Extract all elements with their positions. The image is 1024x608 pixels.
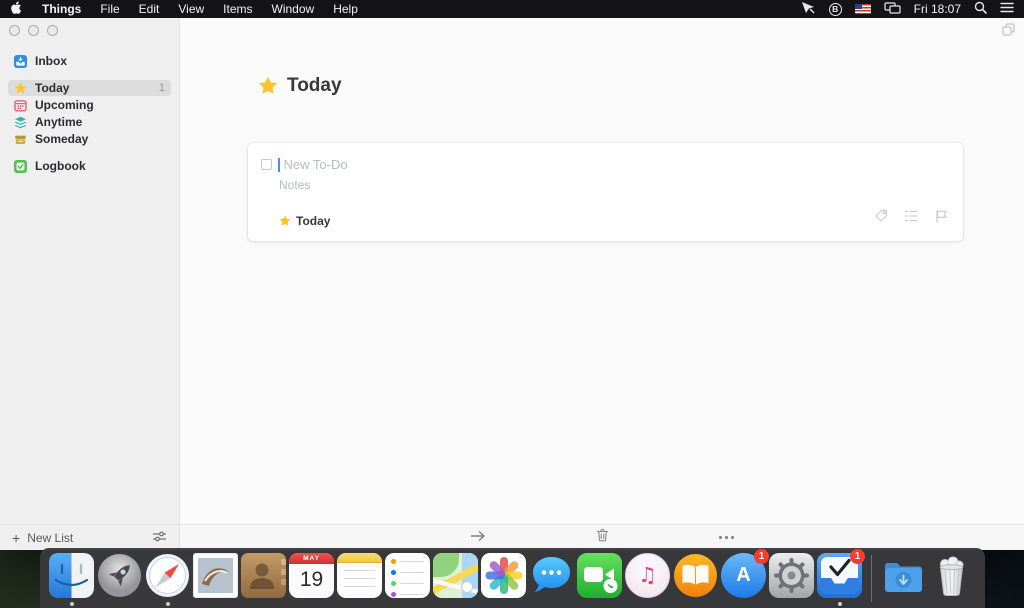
logbook-icon <box>14 160 27 173</box>
sidebar-nav: Inbox Today 1 Upcoming Anyti <box>0 40 179 175</box>
dock: MAY 19 ♫ A 1 1 <box>40 548 985 608</box>
new-list-button[interactable]: New List <box>27 531 73 545</box>
calendar-month: MAY <box>289 553 334 564</box>
things-badge: 1 <box>850 549 865 564</box>
running-indicator <box>70 602 74 606</box>
sidebar-item-label: Inbox <box>35 54 67 68</box>
filter-sliders-icon[interactable] <box>152 530 167 546</box>
pointer-status-icon[interactable] <box>801 1 816 17</box>
sidebar-item-label: Logbook <box>35 159 86 173</box>
flag-icon[interactable] <box>934 209 948 228</box>
menu-edit[interactable]: Edit <box>139 2 160 16</box>
inbox-icon <box>14 55 27 68</box>
sidebar-item-upcoming[interactable]: Upcoming <box>8 97 171 113</box>
tag-icon[interactable] <box>874 209 888 228</box>
menu-bar: Things File Edit View Items Window Help … <box>0 0 1024 18</box>
close-button[interactable] <box>9 25 20 36</box>
dock-facetime[interactable] <box>577 553 622 598</box>
new-todo-card: New To-Do Notes Today <box>248 143 963 241</box>
dock-maps[interactable] <box>433 553 478 598</box>
sidebar-item-inbox[interactable]: Inbox <box>8 53 171 69</box>
dock-finder[interactable] <box>49 553 94 598</box>
sidebar-item-label: Upcoming <box>35 98 94 112</box>
running-indicator <box>838 602 842 606</box>
menu-window[interactable]: Window <box>272 2 315 16</box>
menu-view[interactable]: View <box>178 2 204 16</box>
move-arrow-button[interactable] <box>470 529 486 547</box>
today-star-icon <box>258 76 278 96</box>
dock-trash-full[interactable] <box>929 553 974 598</box>
box-icon <box>14 133 27 146</box>
music-note-glyph: ♫ <box>638 565 657 586</box>
us-flag-input-icon[interactable] <box>855 4 871 14</box>
today-count-badge: 1 <box>159 82 165 94</box>
dock-reminders[interactable] <box>385 553 430 598</box>
sidebar-bottom-bar: + New List <box>0 524 179 550</box>
dock-launchpad[interactable] <box>97 553 142 598</box>
app-menu-things[interactable]: Things <box>42 2 81 16</box>
apple-menu-icon[interactable] <box>10 1 23 18</box>
menu-clock[interactable]: Fri 18:07 <box>914 2 961 16</box>
sidebar-item-someday[interactable]: Someday <box>8 131 171 147</box>
spotlight-search-icon[interactable] <box>974 1 987 17</box>
star-icon <box>14 82 27 95</box>
calendar-day: 19 <box>289 564 334 598</box>
dock-calendar[interactable]: MAY 19 <box>289 553 334 598</box>
new-window-icon[interactable] <box>1002 23 1015 41</box>
dock-notes[interactable] <box>337 553 382 598</box>
sidebar-item-label: Someday <box>35 132 88 146</box>
app-store-badge: 1 <box>754 549 769 564</box>
dock-mail[interactable] <box>193 553 238 598</box>
more-options-button[interactable] <box>719 536 734 539</box>
maps-3d-badge <box>461 581 473 593</box>
dock-ibooks[interactable] <box>673 553 718 598</box>
dock-system-preferences[interactable] <box>769 553 814 598</box>
dock-things[interactable]: 1 <box>817 553 862 598</box>
displays-status-icon[interactable] <box>884 2 901 17</box>
menu-file[interactable]: File <box>100 2 119 16</box>
traffic-lights <box>0 18 179 40</box>
dock-messages[interactable] <box>529 553 574 598</box>
sidebar-item-label: Anytime <box>35 115 82 129</box>
sidebar: Inbox Today 1 Upcoming Anyti <box>0 18 180 550</box>
sidebar-item-today[interactable]: Today 1 <box>8 80 171 96</box>
app-store-letter: A <box>736 564 750 587</box>
dock-photos[interactable] <box>481 553 526 598</box>
zoom-button[interactable] <box>47 25 58 36</box>
checklist-icon[interactable] <box>904 209 918 228</box>
main-bottom-toolbar <box>180 524 1024 550</box>
todo-notes-input[interactable]: Notes <box>279 178 310 192</box>
menu-help[interactable]: Help <box>333 2 358 16</box>
dock-app-store[interactable]: A 1 <box>721 553 766 598</box>
page-title: Today <box>258 75 342 97</box>
minimize-button[interactable] <box>28 25 39 36</box>
sidebar-item-logbook[interactable]: Logbook <box>8 158 171 174</box>
calendar-icon <box>14 99 27 112</box>
star-icon <box>279 215 291 227</box>
dock-itunes[interactable]: ♫ <box>625 553 670 598</box>
sidebar-item-anytime[interactable]: Anytime <box>8 114 171 130</box>
todo-checkbox[interactable] <box>261 159 272 170</box>
text-caret <box>278 158 280 172</box>
menu-items[interactable]: Items <box>223 2 252 16</box>
sidebar-item-label: Today <box>35 81 69 95</box>
page-title-text: Today <box>287 75 342 97</box>
todo-when-label: Today <box>296 214 330 228</box>
notification-center-icon[interactable] <box>1000 2 1014 16</box>
todo-title-input[interactable]: New To-Do <box>284 157 348 172</box>
things-window: Inbox Today 1 Upcoming Anyti <box>0 18 1024 550</box>
dock-downloads-folder[interactable] <box>881 553 926 598</box>
b-app-status-icon[interactable]: B <box>829 3 842 16</box>
todo-when-tag[interactable]: Today <box>279 214 330 228</box>
dock-separator <box>871 555 872 602</box>
trash-button[interactable] <box>596 528 609 547</box>
dock-safari[interactable] <box>145 553 190 598</box>
plus-icon: + <box>12 531 20 545</box>
dock-contacts[interactable] <box>241 553 286 598</box>
layers-icon <box>14 116 27 129</box>
main-area: Today New To-Do Notes Today <box>180 18 1024 550</box>
running-indicator <box>166 602 170 606</box>
